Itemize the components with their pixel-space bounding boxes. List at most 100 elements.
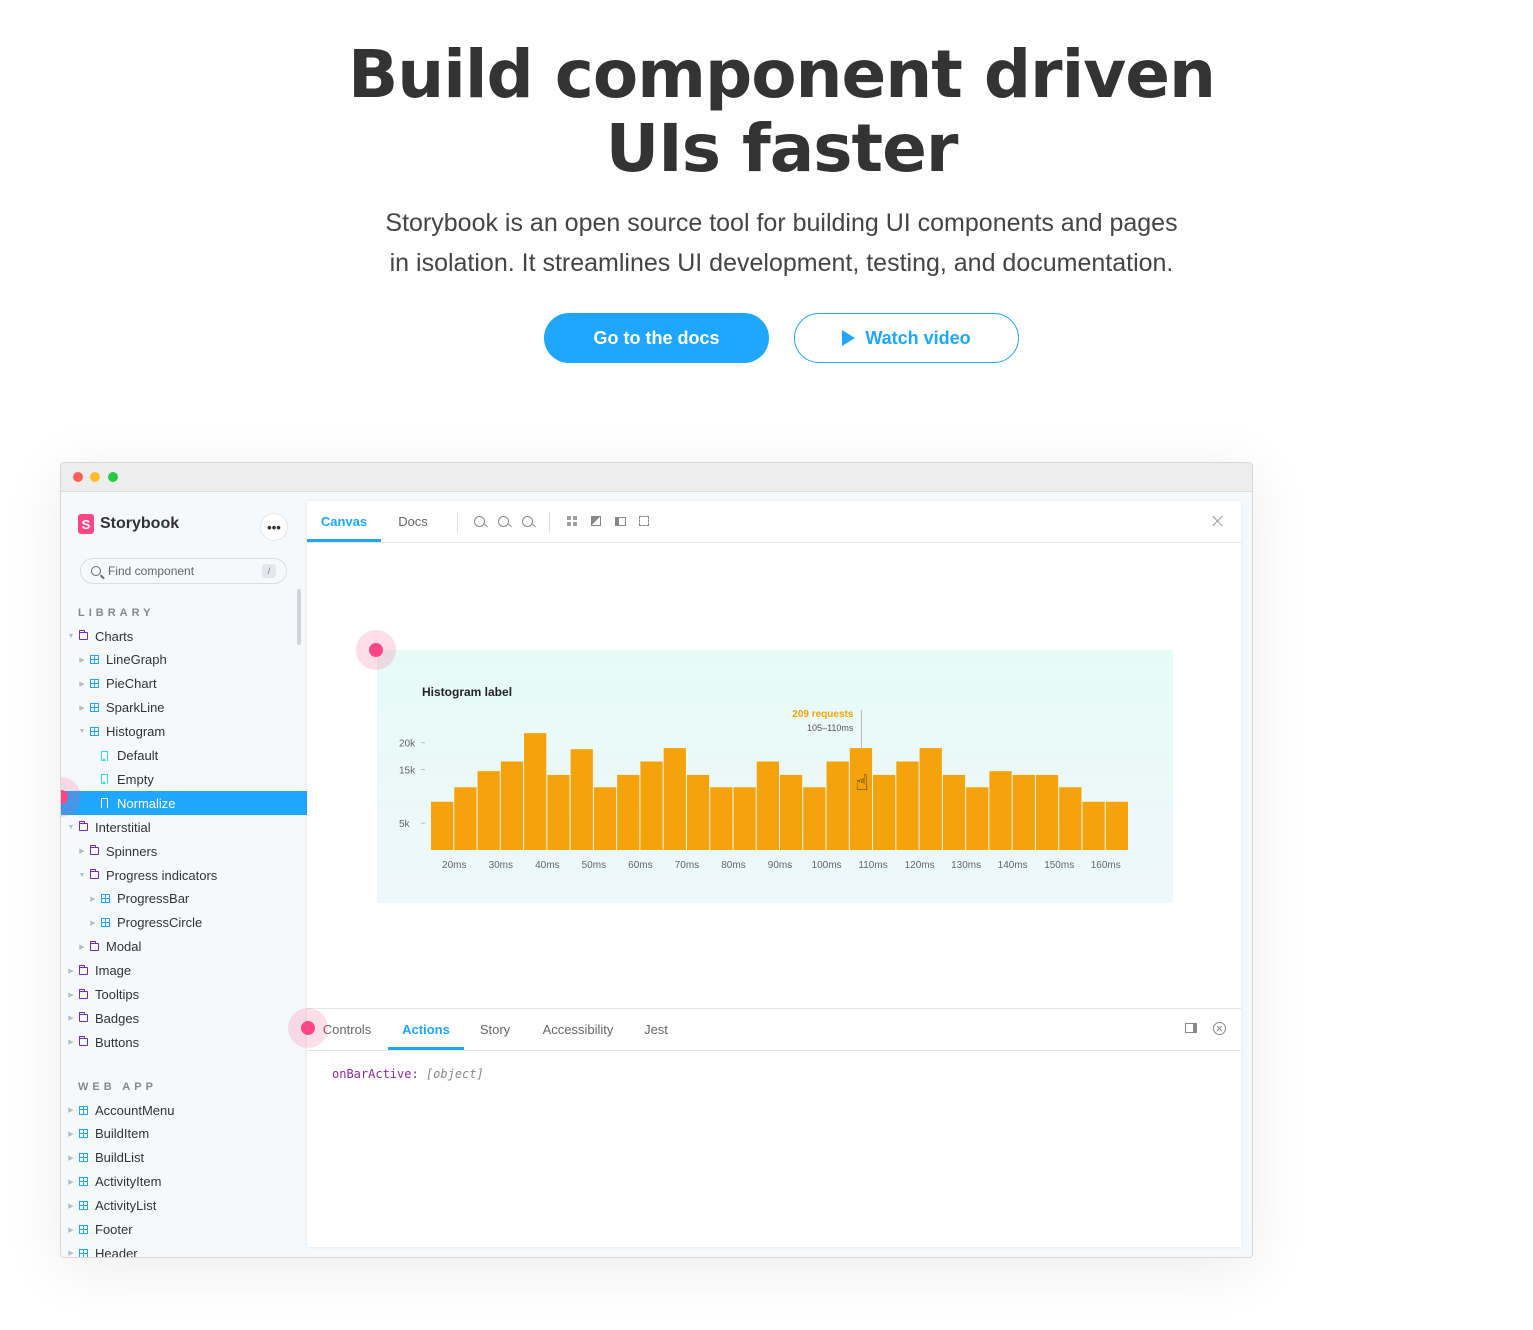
hero-subtitle: Storybook is an open source tool for bui… xyxy=(0,203,1533,283)
sidebar-item-label: Histogram xyxy=(106,724,166,740)
viewport-icon[interactable] xyxy=(614,515,626,527)
tooltip-subtitle: 105–110ms xyxy=(807,723,854,733)
histogram-bar[interactable] xyxy=(849,748,873,850)
sidebar-item-builditem[interactable]: ▶ BuildItem xyxy=(61,1122,307,1146)
dock-icon[interactable] xyxy=(1185,1023,1197,1033)
histogram-bar[interactable] xyxy=(640,761,663,851)
histogram-bar[interactable] xyxy=(780,774,803,850)
storybook-brand[interactable]: S Storybook xyxy=(78,514,179,534)
fullscreen-icon[interactable] xyxy=(1212,515,1224,527)
tab-docs[interactable]: Docs xyxy=(381,501,445,542)
sidebar-item-modal[interactable]: ▶ Modal xyxy=(61,935,307,959)
go-to-docs-button[interactable]: Go to the docs xyxy=(544,313,769,363)
histogram-bar[interactable] xyxy=(873,774,896,850)
histogram-bar[interactable] xyxy=(686,774,710,850)
histogram-bar[interactable] xyxy=(593,787,617,850)
sidebar-item-image[interactable]: ▶ Image xyxy=(61,959,307,983)
sidebar-item-label: ProgressCircle xyxy=(117,915,203,931)
zoom-reset-icon[interactable] xyxy=(521,515,533,527)
search-box[interactable]: / xyxy=(80,558,287,584)
sidebar-item-charts[interactable]: ▼ Charts xyxy=(61,624,307,648)
x-tick-label: 150ms xyxy=(1044,860,1074,871)
sidebar-item-histogram[interactable]: ▼ Histogram xyxy=(61,720,307,744)
sidebar-item-label: AccountMenu xyxy=(95,1102,175,1118)
sidebar-item-badges[interactable]: ▶ Badges xyxy=(61,1006,307,1030)
histogram-bar[interactable] xyxy=(896,761,919,851)
sidebar-item-label: ProgressBar xyxy=(117,891,190,907)
histogram-chart[interactable]: 5k 15k 20k 20ms 30ms 40ms 50ms 60ms 70ms 80ms 90ms… xyxy=(377,650,1173,903)
x-tick-label: 20ms xyxy=(442,860,466,871)
hotspot-marker[interactable] xyxy=(356,630,396,670)
brand-name: Storybook xyxy=(100,515,180,532)
sidebar-item-empty[interactable]: Empty xyxy=(61,767,307,791)
sidebar-item-spinners[interactable]: ▶ Spinners xyxy=(61,839,307,863)
histogram-bar[interactable] xyxy=(477,771,500,850)
histogram-bar[interactable] xyxy=(710,787,733,850)
window-close-dot[interactable] xyxy=(73,472,83,482)
histogram-bar[interactable] xyxy=(547,774,570,850)
component-icon xyxy=(101,894,110,904)
histogram-bar[interactable] xyxy=(989,771,1012,850)
sidebar-item-default[interactable]: Default xyxy=(61,744,307,768)
histogram-bar[interactable] xyxy=(663,748,686,850)
histogram-bar[interactable] xyxy=(1082,801,1105,850)
sidebar-item-activityitem[interactable]: ▶ ActivityItem xyxy=(61,1170,307,1194)
x-tick-label: 120ms xyxy=(905,860,935,871)
zoom-out-icon[interactable] xyxy=(497,515,509,527)
histogram-bar[interactable] xyxy=(570,749,593,850)
histogram-bar[interactable] xyxy=(500,761,524,851)
sidebar-item-piechart[interactable]: ▶ PieChart xyxy=(61,672,307,696)
tab-accessibility[interactable]: Accessibility xyxy=(531,1009,625,1050)
sidebar-item-accountmenu[interactable]: ▶ AccountMenu xyxy=(61,1098,307,1122)
histogram-bar[interactable] xyxy=(524,733,547,850)
sidebar-item-buildlist[interactable]: ▶ BuildList xyxy=(61,1146,307,1170)
histogram-bar[interactable] xyxy=(919,748,942,850)
histogram-bar[interactable] xyxy=(454,787,477,850)
panel-divider xyxy=(307,1050,1241,1051)
window-minimize-dot[interactable] xyxy=(90,472,100,482)
sidebar-item-progress-indicators[interactable]: ▼ Progress indicators xyxy=(61,863,307,887)
close-icon[interactable] xyxy=(1213,1022,1226,1035)
tab-canvas[interactable]: Canvas xyxy=(307,501,381,542)
histogram-bar[interactable] xyxy=(803,787,826,850)
sidebar-item-tooltips[interactable]: ▶ Tooltips xyxy=(61,983,307,1007)
histogram-bar[interactable] xyxy=(1012,774,1035,850)
hero-title-line-2: UIs faster xyxy=(605,110,959,187)
component-icon xyxy=(101,918,110,928)
histogram-bar[interactable] xyxy=(942,774,966,850)
sidebar-item-buttons[interactable]: ▶ Buttons xyxy=(61,1030,307,1054)
grid-icon[interactable] xyxy=(566,515,578,527)
sidebar-menu-button[interactable]: ••• xyxy=(261,514,287,540)
chevron-down-icon: ▼ xyxy=(67,823,75,831)
histogram-bar[interactable] xyxy=(733,787,756,850)
sidebar-item-activitylist[interactable]: ▶ ActivityList xyxy=(61,1194,307,1218)
histogram-bar[interactable] xyxy=(617,774,640,850)
histogram-bar[interactable] xyxy=(431,801,454,850)
histogram-bar[interactable] xyxy=(1059,787,1082,850)
window-titlebar xyxy=(61,463,1252,492)
sidebar-item-linegraph[interactable]: ▶ LineGraph xyxy=(61,648,307,672)
histogram-bar[interactable] xyxy=(966,787,989,850)
background-icon[interactable] xyxy=(590,515,602,527)
tab-story[interactable]: Story xyxy=(467,1009,523,1050)
search-input[interactable] xyxy=(108,564,248,578)
sidebar-item-sparkline[interactable]: ▶ SparkLine xyxy=(61,696,307,720)
tab-actions[interactable]: Actions xyxy=(388,1009,464,1050)
histogram-bar[interactable] xyxy=(826,761,849,851)
zoom-in-icon[interactable] xyxy=(473,515,485,527)
histogram-bar[interactable] xyxy=(1035,774,1059,850)
hotspot-marker[interactable] xyxy=(288,1008,328,1048)
sidebar-item-header[interactable]: ▶ Header xyxy=(61,1241,307,1257)
window-maximize-dot[interactable] xyxy=(108,472,118,482)
histogram-bar[interactable] xyxy=(1105,801,1128,850)
outline-icon[interactable] xyxy=(638,515,650,527)
sidebar-item-progressbar[interactable]: ▶ ProgressBar xyxy=(61,887,307,911)
sidebar-item-progresscircle[interactable]: ▶ ProgressCircle xyxy=(61,911,307,935)
sidebar-item-interstitial[interactable]: ▼ Interstitial xyxy=(61,815,307,839)
sidebar-item-normalize[interactable]: Normalize xyxy=(61,791,307,816)
tab-jest[interactable]: Jest xyxy=(633,1009,679,1050)
watch-video-button[interactable]: Watch video xyxy=(794,313,1019,363)
histogram-bar[interactable] xyxy=(756,761,779,851)
search-icon xyxy=(91,566,101,576)
sidebar-item-footer[interactable]: ▶ Footer xyxy=(61,1218,307,1242)
